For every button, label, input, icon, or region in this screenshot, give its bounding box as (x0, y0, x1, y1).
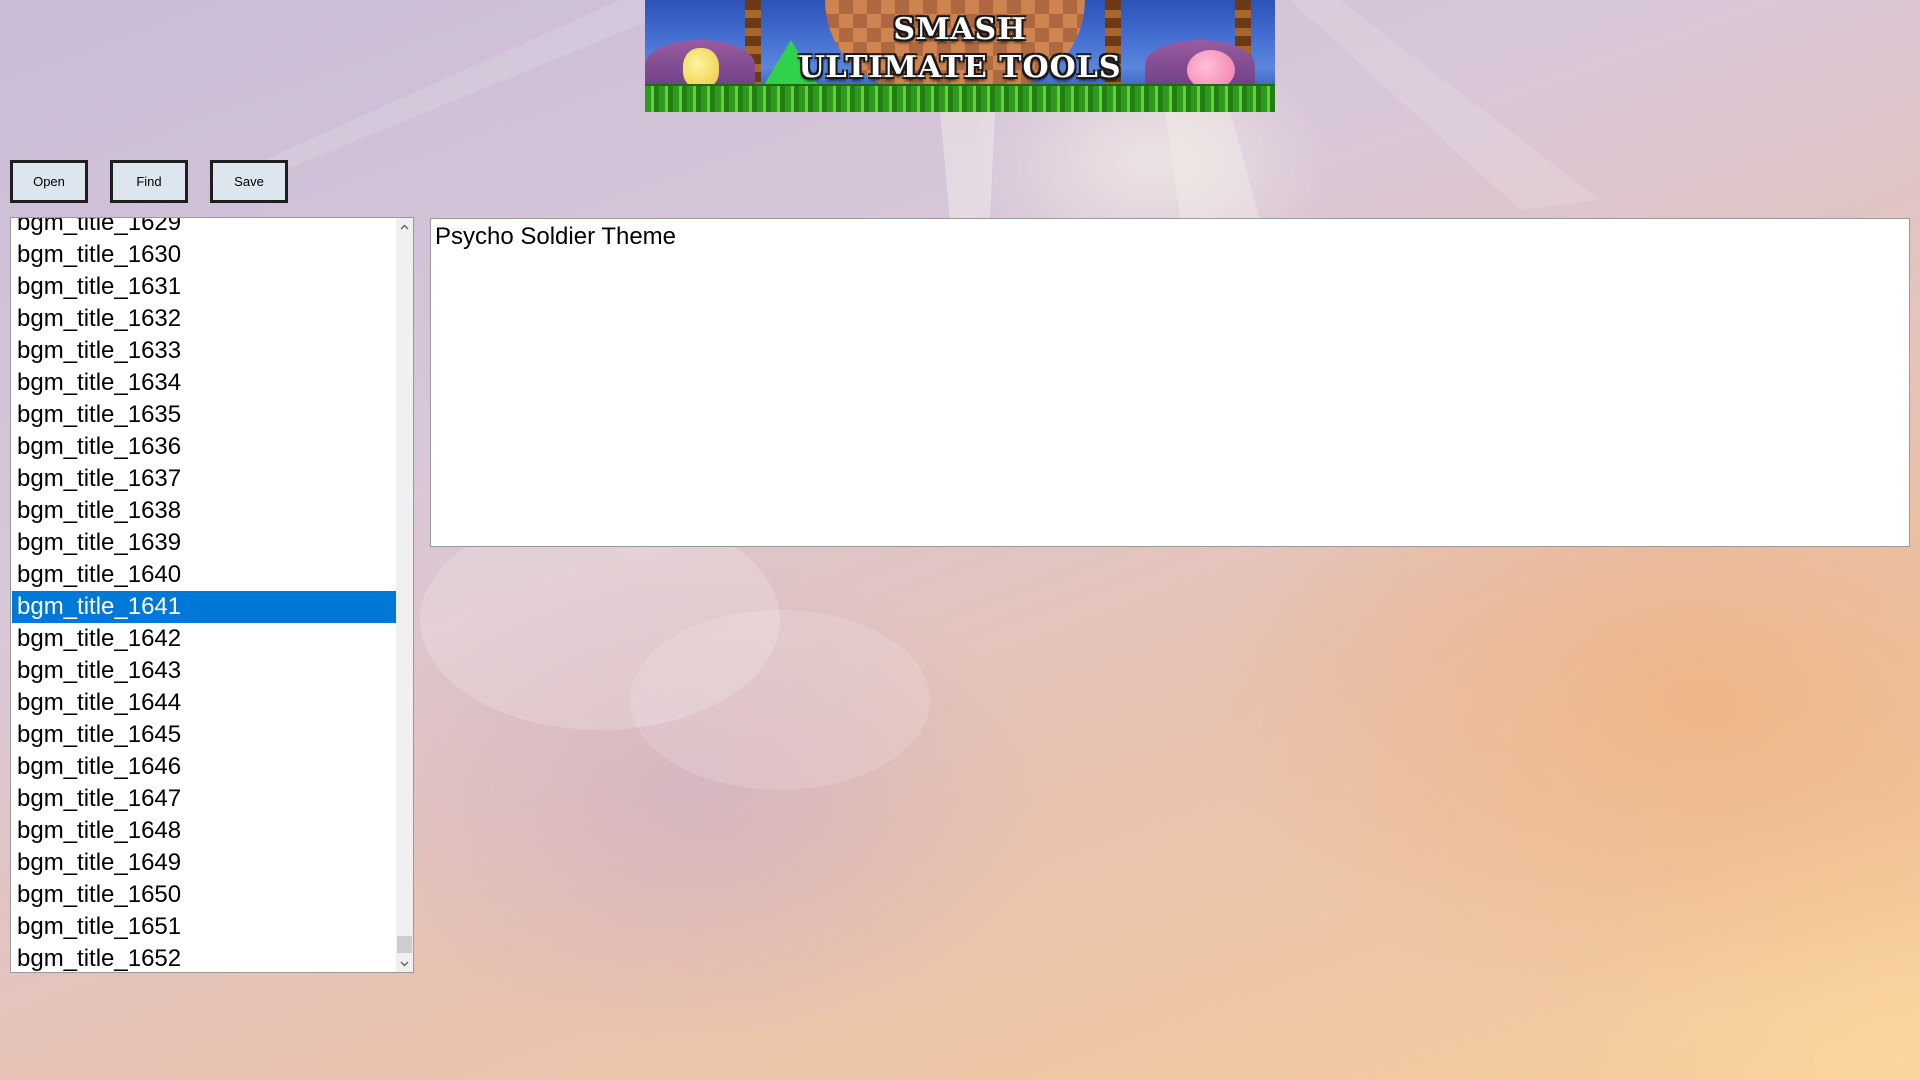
list-item[interactable]: bgm_title_1635 (12, 399, 396, 431)
banner-title-line2: ULTIMATE TOOLS (798, 50, 1122, 85)
list-item[interactable]: bgm_title_1644 (12, 687, 396, 719)
list-item[interactable]: bgm_title_1643 (12, 655, 396, 687)
list-item[interactable]: bgm_title_1646 (12, 751, 396, 783)
list-item[interactable]: bgm_title_1640 (12, 559, 396, 591)
list-item[interactable]: bgm_title_1636 (12, 431, 396, 463)
banner-grass (645, 84, 1275, 112)
list-item[interactable]: bgm_title_1632 (12, 303, 396, 335)
list-item[interactable]: bgm_title_1637 (12, 463, 396, 495)
open-button[interactable]: Open (10, 160, 88, 203)
list-item[interactable]: bgm_title_1645 (12, 719, 396, 751)
app-banner-logo: SMASH ULTIMATE TOOLS (645, 0, 1275, 112)
banner-title-line1: SMASH (893, 12, 1027, 47)
list-item[interactable]: bgm_title_1638 (12, 495, 396, 527)
list-item[interactable]: bgm_title_1634 (12, 367, 396, 399)
list-item[interactable]: bgm_title_1629 (12, 218, 396, 239)
title-text-field[interactable]: Psycho Soldier Theme (430, 218, 1910, 547)
save-button[interactable]: Save (210, 160, 288, 203)
list-item[interactable]: bgm_title_1652 (12, 943, 396, 972)
chevron-down-icon[interactable] (396, 955, 413, 972)
list-item[interactable]: bgm_title_1630 (12, 239, 396, 271)
list-scrollbar[interactable] (396, 218, 413, 972)
chevron-up-icon[interactable] (396, 218, 413, 235)
list-item[interactable]: bgm_title_1647 (12, 783, 396, 815)
list-item[interactable]: bgm_title_1651 (12, 911, 396, 943)
find-button[interactable]: Find (110, 160, 188, 203)
list-item-selected[interactable]: bgm_title_1641 (12, 591, 396, 623)
list-item[interactable]: bgm_title_1631 (12, 271, 396, 303)
list-item[interactable]: bgm_title_1650 (12, 879, 396, 911)
bgm-title-listbox[interactable]: bgm_title_1629 bgm_title_1630 bgm_title_16… (10, 217, 414, 973)
list-item[interactable]: bgm_title_1649 (12, 847, 396, 879)
list-item[interactable]: bgm_title_1639 (12, 527, 396, 559)
list-item[interactable]: bgm_title_1648 (12, 815, 396, 847)
list-item[interactable]: bgm_title_1642 (12, 623, 396, 655)
list-item[interactable]: bgm_title_1633 (12, 335, 396, 367)
scrollbar-thumb[interactable] (397, 936, 412, 953)
bgm-title-list: bgm_title_1629 bgm_title_1630 bgm_title_16… (12, 218, 396, 972)
